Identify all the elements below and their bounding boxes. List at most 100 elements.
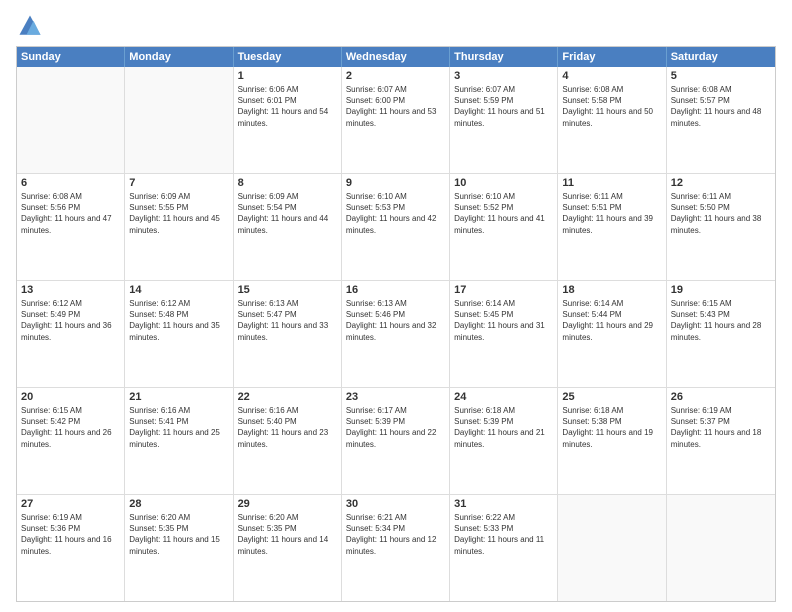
day-number: 6 bbox=[21, 177, 120, 189]
day-number: 15 bbox=[238, 284, 337, 296]
calendar-cell: 29 Sunrise: 6:20 AM Sunset: 5:35 PM Dayli… bbox=[234, 495, 342, 601]
day-number: 8 bbox=[238, 177, 337, 189]
calendar-week-row: 27Sunrise: 6:19 AM Sunset: 5:36 PM Dayli… bbox=[17, 495, 775, 601]
cell-info: Sunrise: 6:13 AM Sunset: 5:46 PM Dayligh… bbox=[346, 298, 445, 343]
calendar-cell: 28 Sunrise: 6:20 AM Sunset: 5:35 PM Dayli… bbox=[125, 495, 233, 601]
day-number: 14 bbox=[129, 284, 228, 296]
day-number: 22 bbox=[238, 391, 337, 403]
day-number: 11 bbox=[562, 177, 661, 189]
cell-info: Sunrise: 6:10 AM Sunset: 5:52 PM Dayligh… bbox=[454, 191, 553, 236]
calendar-cell: 23 Sunrise: 6:17 AM Sunset: 5:39 PM Dayli… bbox=[342, 388, 450, 494]
calendar-cell bbox=[125, 67, 233, 173]
cell-info: Sunrise: 6:08 AM Sunset: 5:56 PM Dayligh… bbox=[21, 191, 120, 236]
cell-info: Sunrise: 6:20 AM Sunset: 5:35 PM Dayligh… bbox=[129, 512, 228, 557]
calendar-cell: 26 Sunrise: 6:19 AM Sunset: 5:37 PM Dayli… bbox=[667, 388, 775, 494]
day-number: 21 bbox=[129, 391, 228, 403]
calendar-cell: 3 Sunrise: 6:07 AM Sunset: 5:59 PM Daylig… bbox=[450, 67, 558, 173]
day-number: 23 bbox=[346, 391, 445, 403]
day-number: 20 bbox=[21, 391, 120, 403]
weekday-header: Thursday bbox=[450, 47, 558, 67]
calendar-week-row: 1 Sunrise: 6:06 AM Sunset: 6:01 PM Daylig… bbox=[17, 67, 775, 174]
cell-info: Sunrise: 6:09 AM Sunset: 5:54 PM Dayligh… bbox=[238, 191, 337, 236]
day-number: 19 bbox=[671, 284, 771, 296]
calendar-cell: 6 Sunrise: 6:08 AM Sunset: 5:56 PM Daylig… bbox=[17, 174, 125, 280]
day-number: 3 bbox=[454, 70, 553, 82]
cell-info: Sunrise: 6:08 AM Sunset: 5:57 PM Dayligh… bbox=[671, 84, 771, 129]
calendar-cell: 8 Sunrise: 6:09 AM Sunset: 5:54 PM Daylig… bbox=[234, 174, 342, 280]
cell-info: Sunrise: 6:12 AM Sunset: 5:49 PM Dayligh… bbox=[21, 298, 120, 343]
cell-info: Sunrise: 6:21 AM Sunset: 5:34 PM Dayligh… bbox=[346, 512, 445, 557]
calendar-cell: 19Sunrise: 6:15 AM Sunset: 5:43 PM Dayli… bbox=[667, 281, 775, 387]
calendar-cell: 15Sunrise: 6:13 AM Sunset: 5:47 PM Dayli… bbox=[234, 281, 342, 387]
cell-info: Sunrise: 6:10 AM Sunset: 5:53 PM Dayligh… bbox=[346, 191, 445, 236]
calendar-cell bbox=[667, 495, 775, 601]
day-number: 18 bbox=[562, 284, 661, 296]
day-number: 28 bbox=[129, 498, 228, 510]
day-number: 29 bbox=[238, 498, 337, 510]
calendar-cell: 25Sunrise: 6:18 AM Sunset: 5:38 PM Dayli… bbox=[558, 388, 666, 494]
calendar-cell: 5 Sunrise: 6:08 AM Sunset: 5:57 PM Daylig… bbox=[667, 67, 775, 173]
calendar-cell: 14Sunrise: 6:12 AM Sunset: 5:48 PM Dayli… bbox=[125, 281, 233, 387]
calendar-cell bbox=[17, 67, 125, 173]
calendar-cell: 16 Sunrise: 6:13 AM Sunset: 5:46 PM Dayli… bbox=[342, 281, 450, 387]
calendar-cell: 7Sunrise: 6:09 AM Sunset: 5:55 PM Daylig… bbox=[125, 174, 233, 280]
cell-info: Sunrise: 6:11 AM Sunset: 5:50 PM Dayligh… bbox=[671, 191, 771, 236]
day-number: 25 bbox=[562, 391, 661, 403]
calendar-cell: 11 Sunrise: 6:11 AM Sunset: 5:51 PM Dayli… bbox=[558, 174, 666, 280]
calendar-cell: 24 Sunrise: 6:18 AM Sunset: 5:39 PM Dayli… bbox=[450, 388, 558, 494]
day-number: 16 bbox=[346, 284, 445, 296]
day-number: 31 bbox=[454, 498, 553, 510]
calendar-cell: 22 Sunrise: 6:16 AM Sunset: 5:40 PM Dayli… bbox=[234, 388, 342, 494]
day-number: 24 bbox=[454, 391, 553, 403]
cell-info: Sunrise: 6:08 AM Sunset: 5:58 PM Dayligh… bbox=[562, 84, 661, 129]
day-number: 12 bbox=[671, 177, 771, 189]
day-number: 5 bbox=[671, 70, 771, 82]
calendar-week-row: 6 Sunrise: 6:08 AM Sunset: 5:56 PM Daylig… bbox=[17, 174, 775, 281]
day-number: 30 bbox=[346, 498, 445, 510]
calendar-cell: 30 Sunrise: 6:21 AM Sunset: 5:34 PM Dayli… bbox=[342, 495, 450, 601]
cell-info: Sunrise: 6:07 AM Sunset: 5:59 PM Dayligh… bbox=[454, 84, 553, 129]
weekday-header: Saturday bbox=[667, 47, 775, 67]
cell-info: Sunrise: 6:22 AM Sunset: 5:33 PM Dayligh… bbox=[454, 512, 553, 557]
calendar-cell: 12 Sunrise: 6:11 AM Sunset: 5:50 PM Dayli… bbox=[667, 174, 775, 280]
calendar-cell: 17 Sunrise: 6:14 AM Sunset: 5:45 PM Dayli… bbox=[450, 281, 558, 387]
cell-info: Sunrise: 6:14 AM Sunset: 5:45 PM Dayligh… bbox=[454, 298, 553, 343]
cell-info: Sunrise: 6:16 AM Sunset: 5:40 PM Dayligh… bbox=[238, 405, 337, 450]
day-number: 26 bbox=[671, 391, 771, 403]
day-number: 17 bbox=[454, 284, 553, 296]
cell-info: Sunrise: 6:16 AM Sunset: 5:41 PM Dayligh… bbox=[129, 405, 228, 450]
day-number: 1 bbox=[238, 70, 337, 82]
logo-icon bbox=[16, 12, 44, 40]
calendar-cell: 20 Sunrise: 6:15 AM Sunset: 5:42 PM Dayli… bbox=[17, 388, 125, 494]
cell-info: Sunrise: 6:06 AM Sunset: 6:01 PM Dayligh… bbox=[238, 84, 337, 129]
day-number: 10 bbox=[454, 177, 553, 189]
calendar-cell: 31 Sunrise: 6:22 AM Sunset: 5:33 PM Dayli… bbox=[450, 495, 558, 601]
calendar: SundayMondayTuesdayWednesdayThursdayFrid… bbox=[16, 46, 776, 602]
weekday-header: Monday bbox=[125, 47, 233, 67]
calendar-week-row: 13Sunrise: 6:12 AM Sunset: 5:49 PM Dayli… bbox=[17, 281, 775, 388]
calendar-week-row: 20 Sunrise: 6:15 AM Sunset: 5:42 PM Dayli… bbox=[17, 388, 775, 495]
calendar-cell bbox=[558, 495, 666, 601]
calendar-cell: 10 Sunrise: 6:10 AM Sunset: 5:52 PM Dayli… bbox=[450, 174, 558, 280]
cell-info: Sunrise: 6:11 AM Sunset: 5:51 PM Dayligh… bbox=[562, 191, 661, 236]
cell-info: Sunrise: 6:20 AM Sunset: 5:35 PM Dayligh… bbox=[238, 512, 337, 557]
cell-info: Sunrise: 6:07 AM Sunset: 6:00 PM Dayligh… bbox=[346, 84, 445, 129]
day-number: 7 bbox=[129, 177, 228, 189]
weekday-header: Friday bbox=[558, 47, 666, 67]
header bbox=[16, 12, 776, 40]
calendar-cell: 21 Sunrise: 6:16 AM Sunset: 5:41 PM Dayli… bbox=[125, 388, 233, 494]
cell-info: Sunrise: 6:15 AM Sunset: 5:42 PM Dayligh… bbox=[21, 405, 120, 450]
calendar-header: SundayMondayTuesdayWednesdayThursdayFrid… bbox=[17, 47, 775, 67]
weekday-header: Tuesday bbox=[234, 47, 342, 67]
weekday-header: Wednesday bbox=[342, 47, 450, 67]
day-number: 2 bbox=[346, 70, 445, 82]
logo bbox=[16, 12, 48, 40]
cell-info: Sunrise: 6:18 AM Sunset: 5:39 PM Dayligh… bbox=[454, 405, 553, 450]
cell-info: Sunrise: 6:19 AM Sunset: 5:37 PM Dayligh… bbox=[671, 405, 771, 450]
calendar-body: 1 Sunrise: 6:06 AM Sunset: 6:01 PM Daylig… bbox=[17, 67, 775, 601]
calendar-cell: 27Sunrise: 6:19 AM Sunset: 5:36 PM Dayli… bbox=[17, 495, 125, 601]
page: SundayMondayTuesdayWednesdayThursdayFrid… bbox=[0, 0, 792, 612]
day-number: 4 bbox=[562, 70, 661, 82]
cell-info: Sunrise: 6:17 AM Sunset: 5:39 PM Dayligh… bbox=[346, 405, 445, 450]
weekday-header: Sunday bbox=[17, 47, 125, 67]
